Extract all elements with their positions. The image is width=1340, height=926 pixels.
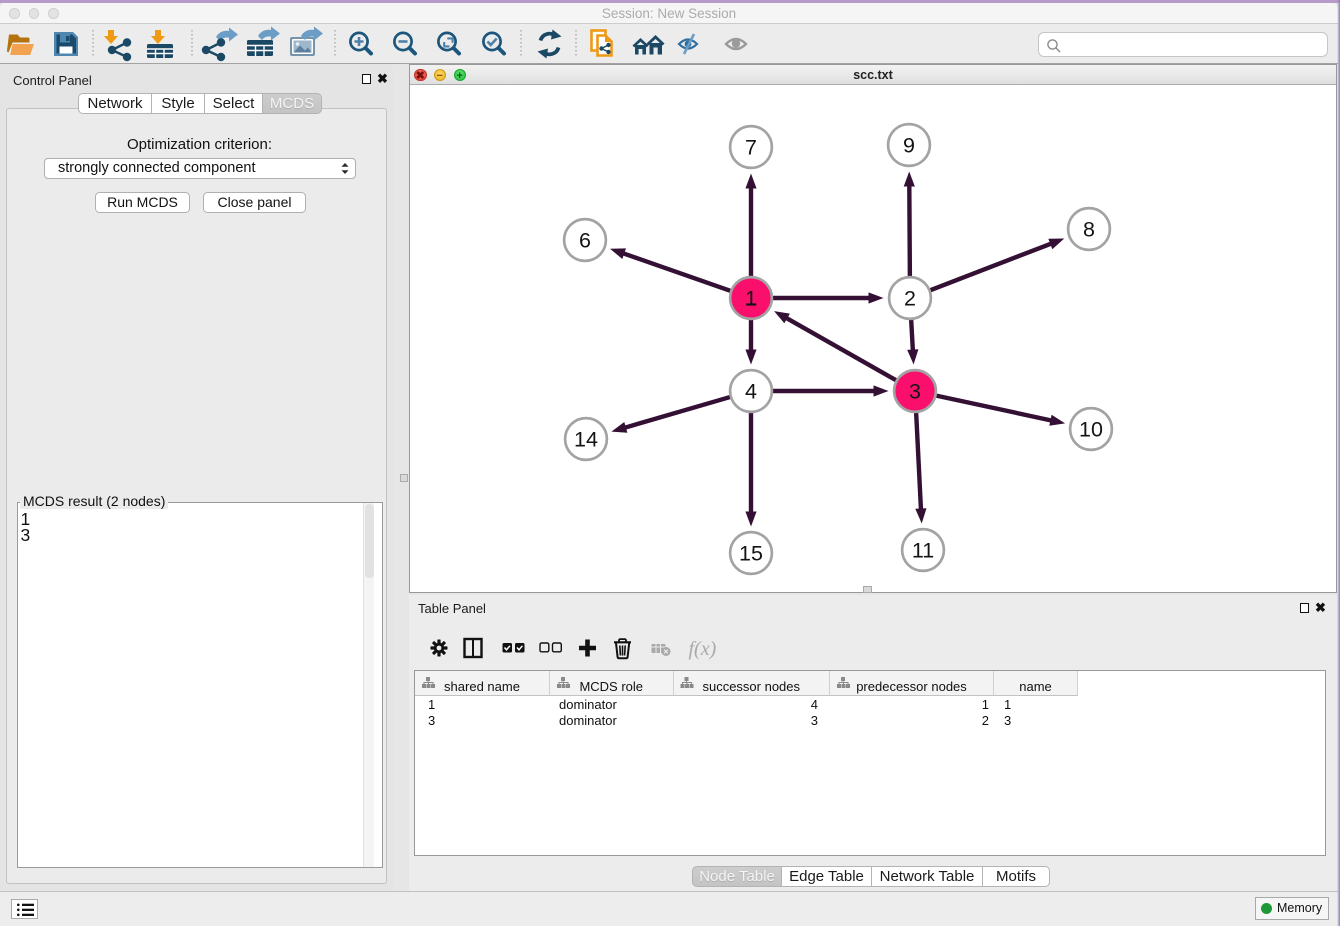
svg-text:6: 6 <box>579 229 591 253</box>
svg-text:2: 2 <box>904 287 916 311</box>
svg-text:9: 9 <box>903 134 915 158</box>
svg-text:7: 7 <box>745 136 757 160</box>
svg-text:3: 3 <box>909 380 921 404</box>
svg-text:1: 1 <box>745 287 757 311</box>
svg-text:4: 4 <box>745 380 757 404</box>
svg-text:10: 10 <box>1079 418 1103 442</box>
svg-text:14: 14 <box>574 428 598 452</box>
svg-text:11: 11 <box>912 539 934 563</box>
svg-text:15: 15 <box>739 542 763 566</box>
svg-text:f(x): f(x) <box>689 638 717 660</box>
svg-text:8: 8 <box>1083 218 1095 242</box>
